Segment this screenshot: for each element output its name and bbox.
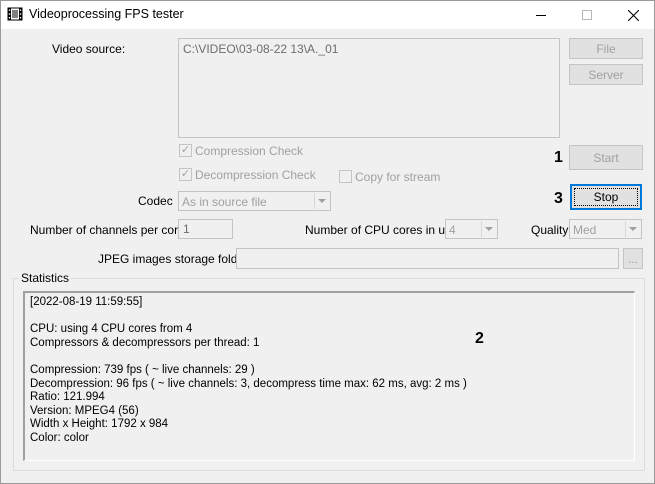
maximize-icon	[582, 10, 592, 20]
stats-line: Compressors & decompressors per thread: …	[30, 336, 260, 349]
title-bar: Videoprocessing FPS tester	[1, 1, 654, 29]
cpu-cores-label: Number of CPU cores in use	[305, 223, 458, 237]
video-source-label: Video source:	[52, 42, 126, 56]
channels-per-core-label: Number of channels per core	[30, 223, 185, 237]
stats-line	[30, 310, 629, 324]
stats-line: Width x Height: 1792 x 984	[30, 418, 169, 431]
statistics-title: Statistics	[19, 271, 72, 285]
close-button[interactable]	[610, 1, 655, 29]
stop-button[interactable]: Stop	[570, 184, 642, 210]
maximize-button[interactable]	[564, 1, 610, 29]
copy-for-stream-checkbox[interactable]	[339, 170, 352, 183]
stats-line: Compression: 739 fps ( ~ live channels: …	[30, 363, 255, 376]
stats-line: CPU: using 4 CPU cores from 4	[30, 323, 193, 336]
minimize-button[interactable]	[518, 1, 564, 29]
codec-label: Codec	[138, 194, 173, 208]
stats-line	[30, 350, 629, 364]
statistics-output[interactable]: [2022-08-19 11:59:55] CPU: using 4 CPU c…	[23, 291, 635, 461]
video-source-field[interactable]: C:\VIDEO\03-08-22 13\A._01	[178, 38, 560, 138]
film-icon	[7, 7, 23, 21]
copy-for-stream-label: Copy for stream	[355, 170, 441, 184]
marker-3: 3	[554, 190, 563, 207]
quality-select[interactable]: Med	[569, 219, 642, 239]
decompression-checkbox[interactable]: ✓	[179, 168, 192, 181]
browse-button[interactable]: ...	[623, 248, 643, 269]
chevron-down-icon	[314, 193, 329, 209]
stats-line: Decompression: 96 fps ( ~ live channels:…	[30, 377, 467, 390]
cpu-cores-value: 4	[449, 223, 456, 237]
stats-line: Ratio: 121.994	[30, 391, 105, 404]
cpu-cores-select[interactable]: 4	[445, 219, 498, 239]
quality-value: Med	[573, 223, 597, 237]
compression-check-label: Compression Check	[195, 144, 304, 158]
stats-line: Version: MPEG4 (56)	[30, 404, 139, 417]
jpeg-folder-label: JPEG images storage folder	[98, 252, 249, 266]
marker-1: 1	[554, 149, 563, 166]
channels-per-core-field[interactable]: 1	[178, 219, 233, 239]
chevron-down-icon	[625, 221, 640, 237]
close-icon	[627, 9, 639, 21]
window-title: Videoprocessing FPS tester	[29, 7, 184, 21]
stats-line: [2022-08-19 11:59:55]	[30, 296, 143, 308]
file-button[interactable]: File	[569, 38, 643, 59]
focus-rectangle	[574, 188, 638, 206]
decompression-check-label: Decompression Check	[195, 168, 316, 182]
minimize-icon	[536, 15, 546, 16]
main-window: Videoprocessing FPS tester Video source:…	[0, 0, 655, 484]
codec-value: As in source file	[182, 195, 267, 209]
jpeg-folder-field[interactable]	[236, 248, 619, 269]
marker-2: 2	[475, 330, 484, 347]
compression-checkbox[interactable]: ✓	[179, 144, 192, 157]
stats-line: Color: color	[30, 431, 89, 444]
quality-label: Quality	[531, 223, 569, 237]
chevron-down-icon	[481, 221, 496, 237]
start-button[interactable]: Start	[569, 145, 643, 170]
server-button[interactable]: Server	[569, 64, 643, 85]
codec-select[interactable]: As in source file	[178, 191, 331, 211]
